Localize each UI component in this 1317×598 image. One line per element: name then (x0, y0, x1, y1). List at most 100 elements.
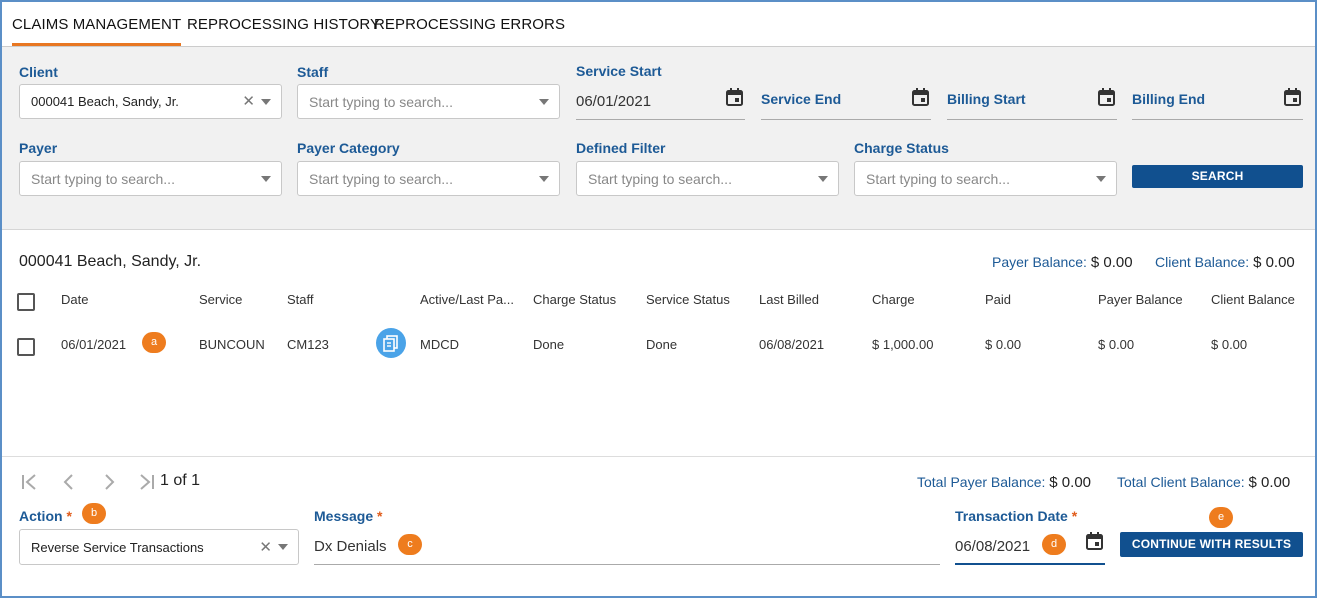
cell-service: BUNCOUN (199, 337, 265, 352)
client-balance: Client Balance: $ 0.00 (1155, 254, 1295, 271)
clear-icon[interactable]: ✕ (242, 92, 255, 110)
total-client-balance-label: Total Client Balance: (1117, 474, 1245, 490)
payer-label: Payer (19, 140, 58, 156)
service-start-value: 06/01/2021 (576, 93, 652, 110)
cell-payer-balance: $ 0.00 (1098, 337, 1135, 352)
transaction-date-label-text: Transaction Date (955, 508, 1068, 524)
column-header-last-billed[interactable]: Last Billed (759, 292, 819, 307)
client-heading: 000041 Beach, Sandy, Jr. (19, 253, 202, 270)
payer-category-select[interactable]: Start typing to search... (297, 161, 560, 196)
calendar-icon[interactable] (1098, 88, 1115, 106)
search-button[interactable]: SEARCH (1132, 165, 1303, 188)
cell-last-billed: 06/08/2021 (759, 337, 825, 352)
message-label: Message * (314, 508, 383, 524)
tab-reprocessing-errors[interactable]: REPROCESSING ERRORS (374, 16, 565, 33)
client-balance-label: Client Balance: (1155, 254, 1250, 270)
service-start-field[interactable]: 06/01/2021 (576, 84, 745, 120)
tab-reprocessing-history[interactable]: REPROCESSING HISTORY (187, 16, 380, 33)
annotation-marker-b: b (82, 503, 106, 524)
previous-page-icon[interactable] (62, 474, 76, 490)
column-header-charge-status[interactable]: Charge Status (533, 292, 616, 307)
cell-service-status: Done (646, 337, 678, 352)
tab-bar: CLAIMS MANAGEMENT REPROCESSING HISTORY R… (2, 2, 1315, 47)
message-label-text: Message (314, 508, 374, 524)
payer-placeholder: Start typing to search... (31, 171, 175, 187)
column-header-date[interactable]: Date (61, 292, 88, 307)
client-balance-value: $ 0.00 (1253, 254, 1295, 271)
payer-balance: Payer Balance: $ 0.00 (992, 254, 1133, 271)
column-header-active-last-payer[interactable]: Active/Last Pa... (420, 292, 514, 307)
required-marker: * (66, 508, 72, 524)
action-label-text: Action (19, 508, 63, 524)
defined-filter-select[interactable]: Start typing to search... (576, 161, 839, 196)
transaction-date-value: 06/08/2021 (955, 538, 1031, 555)
transaction-date-field[interactable]: 06/08/2021 (955, 530, 1105, 565)
chevron-down-icon[interactable] (539, 176, 549, 182)
column-header-staff[interactable]: Staff (287, 292, 314, 307)
total-payer-balance-label: Total Payer Balance: (917, 474, 1046, 490)
continue-with-results-button[interactable]: CONTINUE WITH RESULTS (1120, 532, 1303, 557)
annotation-marker-d: d (1042, 534, 1066, 555)
divider (2, 456, 1315, 457)
staff-select[interactable]: Start typing to search... (297, 84, 560, 119)
calendar-icon[interactable] (912, 88, 929, 106)
staff-label: Staff (297, 64, 329, 80)
column-header-paid[interactable]: Paid (985, 292, 1011, 307)
chevron-down-icon[interactable] (278, 544, 288, 550)
column-header-client-balance[interactable]: Client Balance (1211, 292, 1295, 307)
calendar-icon[interactable] (1086, 532, 1103, 550)
last-page-icon[interactable] (138, 474, 156, 490)
payer-balance-label: Payer Balance: (992, 254, 1087, 270)
staff-placeholder: Start typing to search... (309, 94, 453, 110)
charge-status-label: Charge Status (854, 140, 949, 156)
payer-select[interactable]: Start typing to search... (19, 161, 282, 196)
required-marker: * (1071, 508, 1078, 524)
cell-staff: CM123 (287, 337, 329, 352)
action-value: Reverse Service Transactions (31, 540, 204, 555)
action-label: Action * (19, 508, 72, 524)
chevron-down-icon[interactable] (261, 176, 271, 182)
column-header-service-status[interactable]: Service Status (646, 292, 730, 307)
annotation-marker-a: a (142, 332, 166, 353)
column-header-payer-balance[interactable]: Payer Balance (1098, 292, 1183, 307)
client-label: Client (19, 64, 58, 80)
documents-icon[interactable] (376, 328, 406, 358)
tab-claims-management[interactable]: CLAIMS MANAGEMENT (12, 16, 182, 46)
chevron-down-icon[interactable] (818, 176, 828, 182)
payer-balance-value: $ 0.00 (1090, 254, 1133, 271)
chevron-down-icon[interactable] (539, 99, 549, 105)
chevron-down-icon[interactable] (261, 99, 271, 105)
defined-filter-placeholder: Start typing to search... (588, 171, 732, 187)
action-select[interactable]: Reverse Service Transactions ✕ (19, 529, 299, 565)
cell-date: 06/01/2021 (61, 337, 127, 352)
annotation-marker-c: c (398, 534, 422, 555)
calendar-icon[interactable] (1284, 88, 1301, 106)
transaction-date-label: Transaction Date * (955, 508, 1077, 524)
billing-start-field[interactable]: Billing Start (947, 84, 1117, 120)
charge-status-select[interactable]: Start typing to search... (854, 161, 1117, 196)
total-client-balance-value: $ 0.00 (1248, 474, 1291, 491)
billing-end-label: Billing End (1132, 91, 1206, 107)
cell-active-last-payer: MDCD (420, 337, 459, 352)
column-header-charge[interactable]: Charge (872, 292, 915, 307)
client-select[interactable]: 000041 Beach, Sandy, Jr. ✕ (19, 84, 282, 119)
calendar-icon[interactable] (726, 88, 743, 106)
total-client-balance: Total Client Balance: $ 0.00 (1117, 474, 1290, 491)
required-marker: * (377, 508, 383, 524)
select-all-checkbox[interactable] (17, 293, 35, 311)
column-header-service[interactable]: Service (199, 292, 242, 307)
service-end-field[interactable]: Service End (761, 84, 931, 120)
row-checkbox[interactable] (17, 338, 35, 356)
chevron-down-icon[interactable] (1096, 176, 1106, 182)
first-page-icon[interactable] (21, 474, 39, 490)
billing-end-field[interactable]: Billing End (1132, 84, 1303, 120)
billing-start-label: Billing Start (947, 91, 1026, 107)
total-payer-balance: Total Payer Balance: $ 0.00 (917, 474, 1091, 491)
message-value: Dx Denials (314, 538, 387, 555)
service-end-label: Service End (761, 91, 842, 107)
charge-status-placeholder: Start typing to search... (866, 171, 1010, 187)
clear-icon[interactable]: ✕ (259, 538, 272, 556)
next-page-icon[interactable] (102, 474, 116, 490)
defined-filter-label: Defined Filter (576, 140, 666, 156)
client-value: 000041 Beach, Sandy, Jr. (31, 94, 179, 109)
